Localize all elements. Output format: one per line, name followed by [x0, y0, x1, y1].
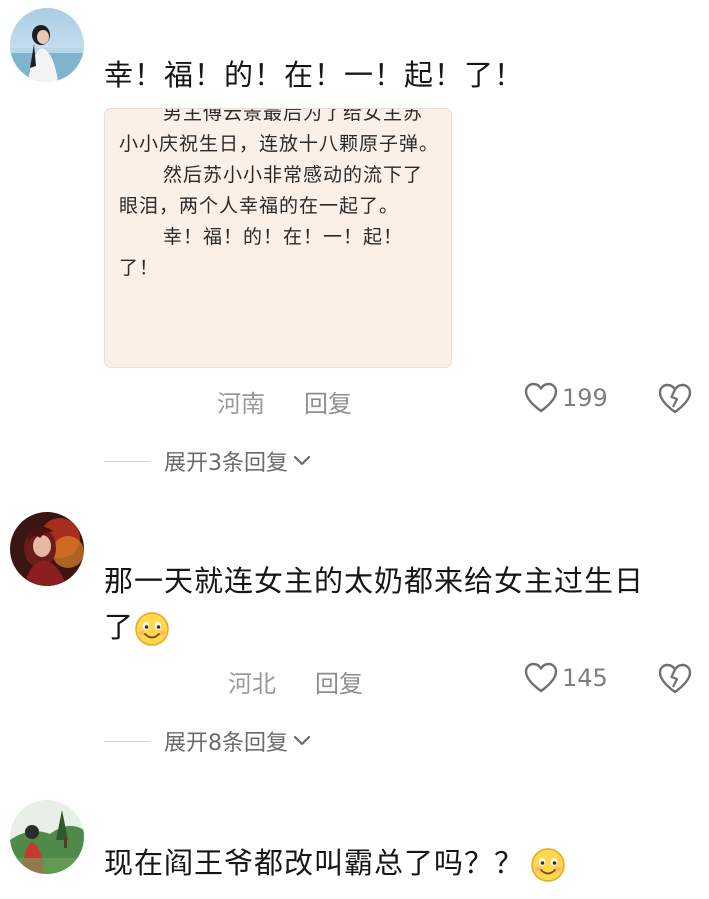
divider-line: [104, 740, 150, 742]
quote-paragraph: 然后苏小小非常感动的流下了眼泪，两个人幸福的在一起了。: [119, 164, 424, 217]
like-button[interactable]: 145: [524, 662, 608, 694]
comment-line: 现在阎王爷都改叫霸总了吗？？: [104, 846, 525, 880]
smile-emoji-icon: [530, 847, 566, 883]
comment-text: 幸！福！的！在！一！起！了！: [104, 52, 524, 98]
divider-line: [104, 460, 150, 462]
smile-emoji-icon: [134, 611, 170, 647]
reply-button[interactable]: 回复: [315, 664, 363, 699]
avatar-red-anime-image: [10, 512, 84, 586]
avatar[interactable]: [10, 8, 84, 82]
comment-line: 那一天就连女主的太奶都来给女主过生日: [104, 564, 645, 598]
like-button[interactable]: 199: [524, 382, 608, 414]
chevron-down-icon: [293, 735, 311, 746]
like-count: 199: [562, 384, 608, 412]
comment-text: 那一天就连女主的太奶都来给女主过生日 了: [104, 558, 644, 650]
heart-outline-icon: [524, 382, 558, 413]
expand-replies-button[interactable]: 展开8条回复: [104, 725, 311, 757]
comment-line-wrap: 了: [104, 604, 644, 650]
reply-button[interactable]: 回复: [304, 384, 352, 419]
heart-outline-icon: [524, 662, 558, 693]
chevron-down-icon: [293, 455, 311, 466]
location-label: 河南: [217, 390, 265, 418]
comment-line: 了: [104, 610, 135, 644]
expand-replies-button[interactable]: 展开3条回复: [104, 445, 311, 477]
dislike-button[interactable]: [658, 663, 692, 699]
avatar-green-outdoor-image: [10, 800, 84, 874]
quote-paragraph: 幸！福！的！在！一！起！了！: [119, 226, 404, 279]
broken-heart-icon: [658, 663, 692, 694]
quoted-text: 男主傅云景最后为了给女主苏小小庆祝生日，连放十八颗原子弹。 然后苏小小非常感动的…: [119, 108, 440, 284]
quote-paragraph: 男主傅云景最后为了给女主苏小小庆祝生日，连放十八颗原子弹。: [119, 108, 440, 155]
comment-text: 现在阎王爷都改叫霸总了吗？？: [104, 840, 566, 886]
expand-replies-label: 展开3条回复: [164, 451, 288, 476]
location-label: 河北: [228, 670, 276, 698]
expand-replies-label: 展开8条回复: [164, 731, 288, 756]
avatar-seaside-girl-image: [10, 8, 84, 82]
comment-line: 幸！福！的！在！一！起！了！: [104, 58, 525, 92]
quoted-image-card[interactable]: 男主傅云景最后为了给女主苏小小庆祝生日，连放十八颗原子弹。 然后苏小小非常感动的…: [104, 108, 452, 368]
broken-heart-icon: [658, 383, 692, 414]
dislike-button[interactable]: [658, 383, 692, 419]
avatar[interactable]: [10, 512, 84, 586]
avatar[interactable]: [10, 800, 84, 874]
like-count: 145: [562, 664, 608, 692]
